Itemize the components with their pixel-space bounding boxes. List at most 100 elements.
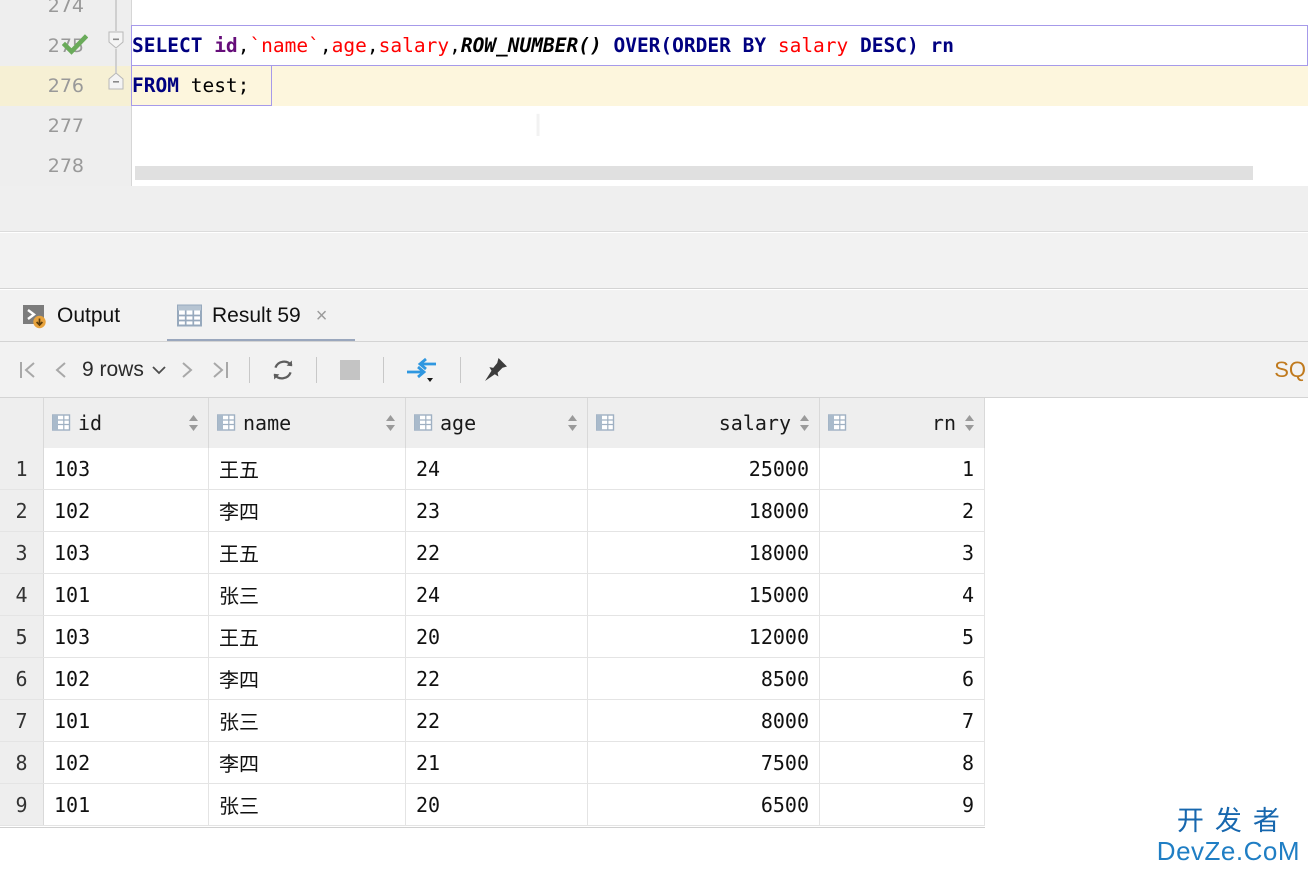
cell-rn[interactable]: 1 — [820, 448, 985, 489]
last-page-button[interactable] — [204, 348, 238, 392]
cell-age[interactable]: 23 — [406, 490, 588, 531]
cell-age[interactable]: 20 — [406, 616, 588, 657]
editor-hscrollbar-thumb[interactable] — [135, 166, 1253, 180]
token-semicolon: ; — [237, 74, 250, 97]
column-header-salary[interactable]: salary — [588, 398, 820, 448]
cell-id[interactable]: 102 — [44, 742, 209, 783]
next-page-button[interactable] — [170, 348, 204, 392]
row-index-cell[interactable]: 9 — [0, 784, 44, 825]
cell-salary[interactable]: 15000 — [588, 574, 820, 615]
cell-name[interactable]: 李四 — [209, 658, 406, 699]
row-index-cell[interactable]: 1 — [0, 448, 44, 489]
table-row[interactable]: 1 103 王五 24 25000 1 — [0, 448, 985, 490]
column-header-age[interactable]: age — [406, 398, 588, 448]
grid-header-corner — [0, 398, 44, 448]
cell-id[interactable]: 103 — [44, 616, 209, 657]
cell-name[interactable]: 王五 — [209, 532, 406, 573]
line-number-278: 278 — [47, 155, 84, 177]
cell-rn[interactable]: 6 — [820, 658, 985, 699]
cell-name[interactable]: 张三 — [209, 574, 406, 615]
cell-id[interactable]: 102 — [44, 658, 209, 699]
sql-editor[interactable]: 274 275 276 277 278 SELECT id,`name`,age… — [0, 0, 1308, 186]
cell-age[interactable]: 24 — [406, 574, 588, 615]
sort-arrows-icon — [568, 415, 577, 431]
stop-button[interactable] — [328, 348, 372, 392]
column-header-rn[interactable]: rn — [820, 398, 985, 448]
cell-salary[interactable]: 7500 — [588, 742, 820, 783]
row-index-cell[interactable]: 7 — [0, 700, 44, 741]
cell-id[interactable]: 103 — [44, 448, 209, 489]
token-row-number-fn: ROW_NUMBER() — [460, 34, 602, 57]
table-row[interactable]: 8 102 李四 21 7500 8 — [0, 742, 985, 784]
column-header-id[interactable]: id — [44, 398, 209, 448]
cell-age[interactable]: 22 — [406, 700, 588, 741]
tab-output[interactable]: Output — [12, 290, 155, 342]
result-toolbar[interactable]: 9 rows SQ — [0, 342, 1308, 398]
table-row[interactable]: 7 101 张三 22 8000 7 — [0, 700, 985, 742]
table-row[interactable]: 5 103 王五 20 12000 5 — [0, 616, 985, 658]
cell-rn[interactable]: 2 — [820, 490, 985, 531]
cell-id[interactable]: 101 — [44, 700, 209, 741]
cell-name[interactable]: 张三 — [209, 784, 406, 825]
cell-name[interactable]: 王五 — [209, 448, 406, 489]
result-grid[interactable]: id name age salary rn 1 103 王五 24 25000 1 2 102… — [0, 398, 1308, 830]
cell-age[interactable]: 22 — [406, 658, 588, 699]
cell-salary[interactable]: 8500 — [588, 658, 820, 699]
cell-name[interactable]: 李四 — [209, 742, 406, 783]
column-header-name[interactable]: name — [209, 398, 406, 448]
code-line-276[interactable]: FROM test; — [132, 66, 249, 106]
fold-marker-end-icon[interactable] — [108, 72, 124, 90]
cell-id[interactable]: 101 — [44, 574, 209, 615]
row-index-cell[interactable]: 6 — [0, 658, 44, 699]
cell-salary[interactable]: 8000 — [588, 700, 820, 741]
cell-rn[interactable]: 7 — [820, 700, 985, 741]
token-over: OVER( — [601, 34, 673, 57]
code-line-275[interactable]: SELECT id,`name`,age,salary,ROW_NUMBER()… — [132, 26, 954, 66]
cell-id[interactable]: 102 — [44, 490, 209, 531]
cell-age[interactable]: 21 — [406, 742, 588, 783]
cell-rn[interactable]: 3 — [820, 532, 985, 573]
cell-age[interactable]: 24 — [406, 448, 588, 489]
table-row[interactable]: 4 101 张三 24 15000 4 — [0, 574, 985, 616]
table-row[interactable]: 2 102 李四 23 18000 2 — [0, 490, 985, 532]
row-index-cell[interactable]: 3 — [0, 532, 44, 573]
cell-id[interactable]: 101 — [44, 784, 209, 825]
fold-marker-start-icon[interactable] — [108, 31, 124, 49]
prev-page-button[interactable] — [44, 348, 78, 392]
row-index-cell[interactable]: 8 — [0, 742, 44, 783]
results-tabbar[interactable]: Output Result 59 × — [0, 290, 1308, 342]
cell-salary[interactable]: 6500 — [588, 784, 820, 825]
cell-age[interactable]: 20 — [406, 784, 588, 825]
row-index-cell[interactable]: 5 — [0, 616, 44, 657]
code-text-layer[interactable]: SELECT id,`name`,age,salary,ROW_NUMBER()… — [132, 0, 1308, 186]
cell-name[interactable]: 张三 — [209, 700, 406, 741]
table-row[interactable]: 3 103 王五 22 18000 3 — [0, 532, 985, 574]
cell-salary[interactable]: 18000 — [588, 490, 820, 531]
cell-rn[interactable]: 9 — [820, 784, 985, 825]
table-row[interactable]: 9 101 张三 20 6500 9 — [0, 784, 985, 826]
row-index-cell[interactable]: 4 — [0, 574, 44, 615]
cell-name[interactable]: 王五 — [209, 616, 406, 657]
cell-salary[interactable]: 12000 — [588, 616, 820, 657]
data-extractor-button[interactable] — [395, 348, 449, 392]
tab-result-59[interactable]: Result 59 × — [167, 290, 355, 342]
cell-id[interactable]: 103 — [44, 532, 209, 573]
cell-age[interactable]: 22 — [406, 532, 588, 573]
stop-icon — [339, 359, 360, 380]
cell-rn[interactable]: 5 — [820, 616, 985, 657]
table-row[interactable]: 6 102 李四 22 8500 6 — [0, 658, 985, 700]
reload-icon — [273, 360, 293, 379]
cell-salary[interactable]: 25000 — [588, 448, 820, 489]
cell-name[interactable]: 李四 — [209, 490, 406, 531]
grid-body[interactable]: 1 103 王五 24 25000 1 2 102 李四 23 18000 2 3 103 王五 22 1800… — [0, 448, 985, 826]
cell-salary[interactable]: 18000 — [588, 532, 820, 573]
close-icon[interactable]: × — [316, 305, 328, 328]
cell-rn[interactable]: 8 — [820, 742, 985, 783]
row-count-dropdown-button[interactable] — [148, 348, 170, 392]
toolbar-separator-3 — [382, 356, 384, 383]
first-page-button[interactable] — [10, 348, 44, 392]
cell-rn[interactable]: 4 — [820, 574, 985, 615]
reload-button[interactable] — [261, 348, 305, 392]
pin-tab-button[interactable] — [472, 348, 518, 392]
row-index-cell[interactable]: 2 — [0, 490, 44, 531]
